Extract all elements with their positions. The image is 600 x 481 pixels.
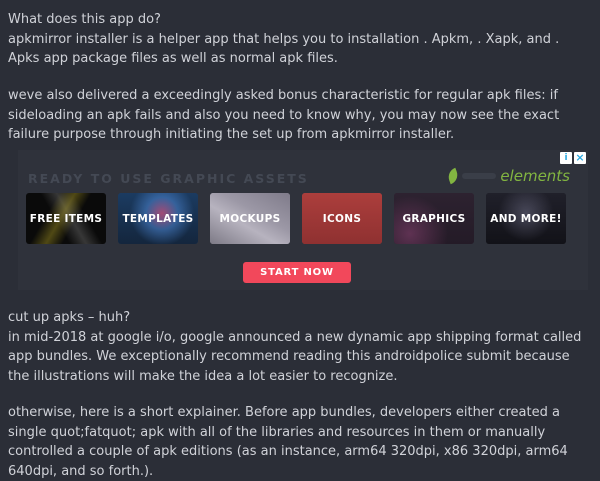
tile-icons[interactable]: ICONS [302,193,382,244]
ad-banner[interactable]: READY TO USE GRAPHIC ASSETS i × elements… [18,150,588,290]
logo-wordmark: elements [500,167,570,185]
tile-and-more[interactable]: AND MORE! [486,193,566,244]
tile-templates[interactable]: TEMPLATES [118,193,198,244]
tile-label: ICONS [322,212,362,225]
tile-label: MOCKUPS [219,212,281,225]
tile-free-items[interactable]: FREE ITEMS [26,193,106,244]
split-apks-heading: cut up apks – huh? [8,310,131,325]
leaf-icon [446,167,461,185]
tile-label: FREE ITEMS [29,212,103,225]
tile-mockups[interactable]: MOCKUPS [210,193,290,244]
logo-brand-mark [462,173,497,179]
ad-close-icon[interactable]: × [574,152,586,164]
envato-elements-logo: elements [446,167,570,185]
intro-heading: What does this app do? [8,12,161,27]
bonus-paragraph: weve also delivered a exceedingly asked … [8,88,560,142]
split-apks-text: in mid-2018 at google i/o, google announ… [8,329,582,384]
ad-headline: READY TO USE GRAPHIC ASSETS [28,171,309,186]
intro-paragraph: What does this app do? apkmirror install… [8,10,592,69]
tile-label: AND MORE! [490,212,562,225]
tile-label: GRAPHICS [402,212,466,225]
tile-label: TEMPLATES [122,212,194,225]
explainer-paragraph: otherwise, here is a short explainer. Be… [8,405,568,479]
ad-category-tiles: FREE ITEMS TEMPLATES MOCKUPS ICONS GRAPH… [26,193,566,244]
tile-graphics[interactable]: GRAPHICS [394,193,474,244]
split-apks-paragraph: cut up apks – huh? in mid-2018 at google… [8,308,592,386]
ad-info-icon[interactable]: i [560,152,572,164]
start-now-button[interactable]: START NOW [243,262,351,283]
intro-text: apkmirror installer is a helper app that… [8,31,560,67]
